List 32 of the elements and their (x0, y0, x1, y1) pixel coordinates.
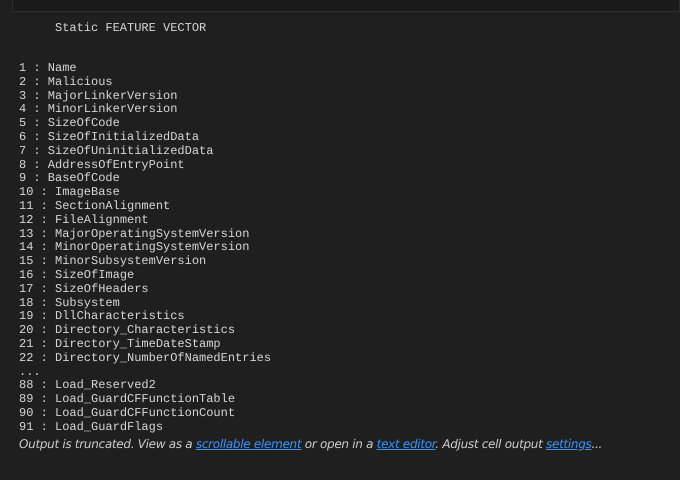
output-line: 22 : Directory_NumberOfNamedEntries (19, 352, 272, 366)
output-line: 1 : Name (19, 62, 78, 76)
truncation-notice: Output is truncated. View as a scrollable element or open in a text editor. Adjust cell output settings... (19, 436, 604, 451)
output-line: 13 : MajorOperatingSystemVersion (19, 228, 250, 241)
output-line: 11 : SectionAlignment (19, 200, 172, 214)
output-line: 5 : SizeOfCode (19, 117, 121, 131)
output-title: Static FEATURE VECTOR (54, 21, 208, 35)
output-line: 15 : MinorSubsystemVersion (19, 255, 208, 269)
output-line: 12 : FileAlignment (19, 214, 150, 228)
output-line: 17 : SizeOfHeaders (19, 282, 150, 297)
notice-link[interactable]: text editor (376, 436, 436, 451)
output-line: 91 : Load_GuardFlags (19, 420, 164, 435)
output-line: 14 : MinorOperatingSystemVersion (19, 241, 250, 255)
notice-link[interactable]: settings (546, 436, 592, 451)
output-line: 9 : BaseOfCode (19, 172, 121, 186)
output-line: 18 : Subsystem (19, 296, 121, 310)
output-line: 4 : MinorLinkerVersion (19, 103, 178, 117)
output-line: ... (19, 366, 42, 380)
output-line: 2 : Malicious (19, 76, 114, 90)
output-line: 10 : ImageBase (19, 186, 121, 200)
output-line: 7 : SizeOfUninitializedData (19, 144, 214, 159)
notice-link[interactable]: scrollable element (196, 436, 302, 451)
output-line: 3 : MajorLinkerVersion (19, 90, 178, 103)
output-line: 20 : Directory_Characteristics (19, 324, 236, 338)
output-line: 90 : Load_GuardCFFunctionCount (19, 406, 236, 421)
output-line: 21 : Directory_TimeDateStamp (19, 338, 222, 352)
output-line: 89 : Load_GuardCFFunctionTable (19, 393, 236, 407)
output-line: 16 : SizeOfImage (19, 268, 136, 283)
output-line: 8 : AddressOfEntryPoint (19, 158, 186, 172)
output-line: 6 : SizeOfInitializedData (19, 130, 200, 145)
output-line: 19 : DllCharacteristics (19, 310, 186, 324)
output-line: 88 : Load_Reserved2 (19, 379, 157, 393)
